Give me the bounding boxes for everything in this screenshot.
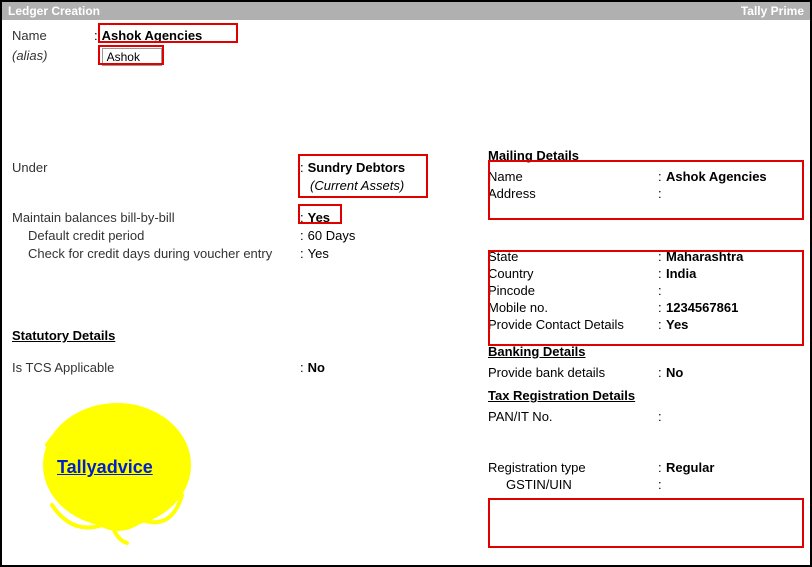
gstin-value[interactable] bbox=[666, 477, 806, 492]
statutory-head: Statutory Details bbox=[12, 328, 115, 343]
credit-period-label: Default credit period bbox=[28, 228, 300, 243]
bank-value[interactable]: No bbox=[666, 365, 806, 380]
title-right: Tally Prime bbox=[741, 4, 804, 18]
credit-period-value[interactable]: 60 Days bbox=[308, 228, 356, 243]
highlight-name bbox=[98, 23, 238, 43]
check-credit-value[interactable]: Yes bbox=[308, 246, 329, 261]
name-label: Name bbox=[12, 28, 94, 43]
highlight-state-block bbox=[488, 250, 804, 346]
title-bar: Ledger Creation Tally Prime bbox=[2, 2, 810, 20]
gstin-label: GSTIN/UIN bbox=[488, 477, 658, 492]
banking-head: Banking Details bbox=[488, 344, 806, 359]
highlight-mailing bbox=[488, 160, 804, 220]
check-credit-label: Check for credit days during voucher ent… bbox=[28, 246, 300, 261]
title-left: Ledger Creation bbox=[8, 4, 100, 18]
regtype-label: Registration type bbox=[488, 460, 658, 475]
highlight-billbybill bbox=[298, 204, 342, 224]
pan-value[interactable] bbox=[666, 409, 806, 424]
highlight-alias bbox=[98, 45, 164, 65]
watermark-link[interactable]: Tallyadvice bbox=[57, 457, 153, 478]
ledger-creation-window: Ledger Creation Tally Prime Name : Ashok… bbox=[0, 0, 812, 567]
under-label: Under bbox=[12, 160, 300, 175]
tcs-label: Is TCS Applicable bbox=[12, 360, 300, 375]
regtype-value[interactable]: Regular bbox=[666, 460, 806, 475]
highlight-under bbox=[298, 154, 428, 198]
bank-label: Provide bank details bbox=[488, 365, 658, 380]
billbybill-label: Maintain balances bill-by-bill bbox=[12, 210, 300, 225]
pan-label: PAN/IT No. bbox=[488, 409, 658, 424]
alias-label: (alias) bbox=[12, 48, 94, 63]
tcs-value[interactable]: No bbox=[308, 360, 325, 375]
highlight-regtype bbox=[488, 498, 804, 548]
tax-head: Tax Registration Details bbox=[488, 388, 806, 403]
